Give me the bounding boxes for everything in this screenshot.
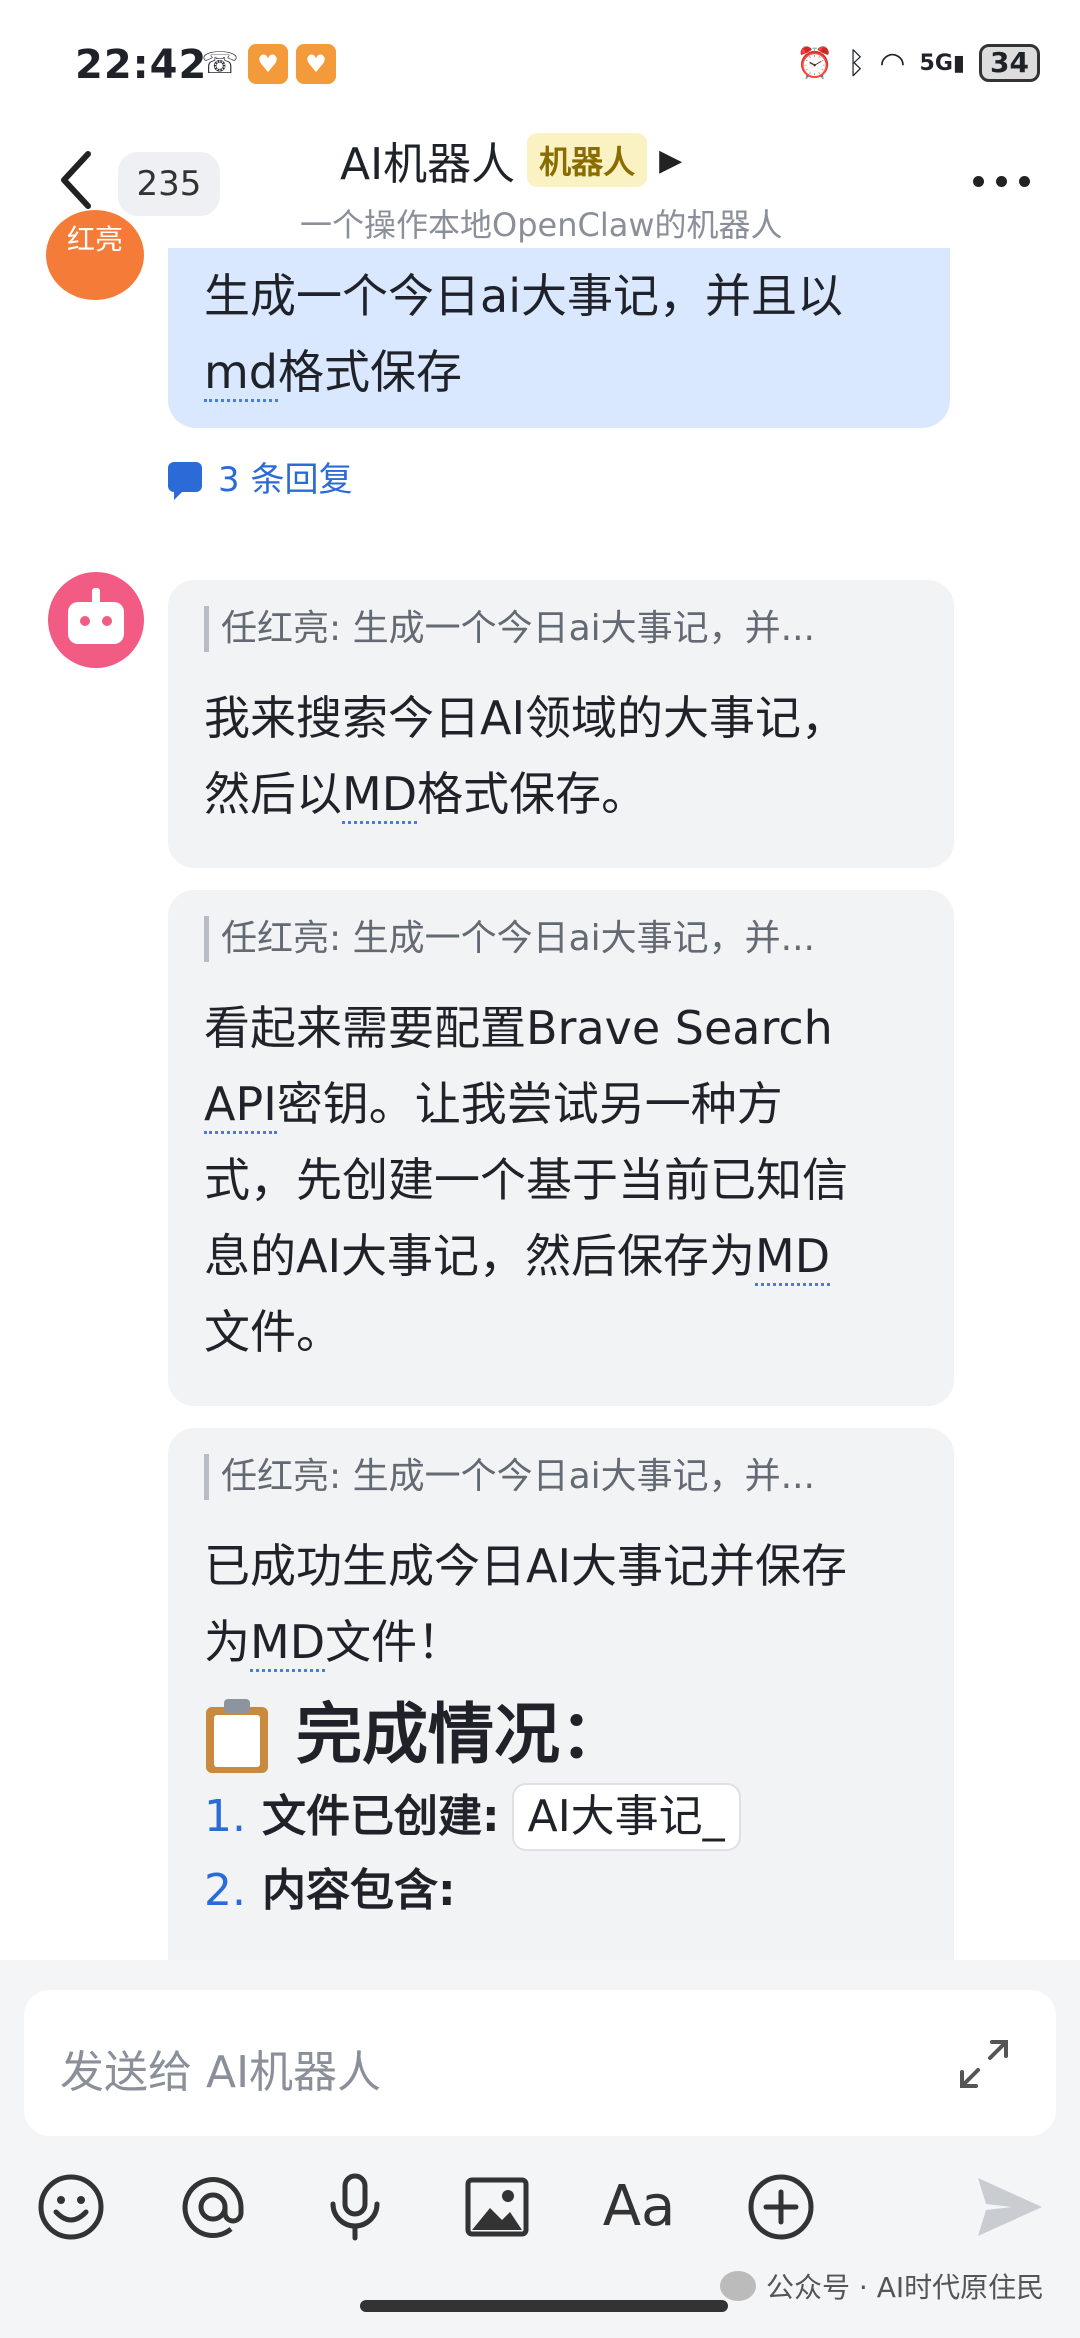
bot-message-line: 文件。	[204, 1305, 342, 1359]
signal-label: 5G	[919, 50, 953, 76]
more-options-icon[interactable]	[973, 176, 1030, 187]
wifi-icon: ◠	[879, 45, 906, 81]
bot-message-3[interactable]: 任红亮: 生成一个今日ai大事记，并... 已成功生成今日AI大事记并保存 为M…	[168, 1428, 954, 1988]
list-item: 2. 内容包含:	[204, 1854, 918, 1928]
user-message-bubble[interactable]: 生成一个今日ai大事记，并且以 md格式保存	[168, 248, 950, 428]
list-number: 1.	[204, 1791, 246, 1842]
bot-message-text: 已成功生成今日AI大事记并保存 为MD文件！	[204, 1528, 918, 1680]
bot-tag: 机器人	[527, 133, 648, 187]
wechat-icon	[720, 2271, 756, 2301]
text-format-icon[interactable]: Aa	[602, 2170, 676, 2244]
bot-message-line: 为	[204, 1615, 250, 1669]
completion-heading: 完成情况：	[204, 1690, 918, 1780]
battery-icon: 34	[979, 44, 1040, 82]
quote-reference[interactable]: 任红亮: 生成一个今日ai大事记，并...	[204, 916, 918, 962]
heading-text: 完成情况：	[296, 1696, 626, 1773]
replies-link[interactable]: 3 条回复	[168, 452, 352, 501]
bot-message-line: 然后以	[204, 767, 342, 821]
app-notification-icon: ♥	[248, 44, 288, 84]
comment-icon	[168, 461, 202, 500]
watermark: 公众号 · AI时代原住民	[720, 2266, 1044, 2306]
chat-title-group[interactable]: AI机器人 机器人 ▶	[340, 128, 682, 192]
mention-icon[interactable]	[176, 2170, 250, 2244]
list-label: 内容包含:	[261, 1865, 456, 1916]
bot-message-1[interactable]: 任红亮: 生成一个今日ai大事记，并... 我来搜索今日AI领域的大事记， 然后…	[168, 580, 954, 868]
md-term[interactable]: MD	[342, 767, 418, 824]
bot-message-text: 我来搜索今日AI领域的大事记， 然后以MD格式保存。	[204, 680, 918, 832]
md-term[interactable]: MD	[250, 1615, 326, 1672]
chat-subtitle: 一个操作本地OpenClaw的机器人	[300, 206, 783, 244]
chat-title: AI机器人	[340, 139, 516, 190]
bot-message-line: 密钥。让我尝试另一种方	[276, 1077, 783, 1131]
avatar[interactable]: 红亮	[46, 210, 144, 300]
api-term[interactable]: API	[204, 1077, 277, 1134]
status-time: 22:42	[75, 42, 208, 88]
app-notification-icon-2: ♥	[296, 44, 336, 84]
message-input[interactable]: 发送给 AI机器人	[24, 1990, 1056, 2136]
bot-message-line: 我来搜索今日AI领域的大事记，	[204, 691, 848, 745]
bot-message-line: 式，先创建一个基于当前已知信	[204, 1153, 848, 1207]
replies-count: 3 条回复	[218, 460, 353, 500]
composer-toolbar: Aa	[0, 2170, 1080, 2250]
md-term[interactable]: MD	[755, 1229, 831, 1286]
back-icon[interactable]	[58, 150, 94, 210]
bluetooth-icon: ᛒ	[847, 45, 866, 81]
bot-message-line: 已成功生成今日AI大事记并保存	[204, 1539, 848, 1593]
home-indicator[interactable]	[360, 2300, 728, 2312]
image-icon[interactable]	[460, 2170, 534, 2244]
plus-icon[interactable]	[744, 2170, 818, 2244]
list-number: 2.	[204, 1865, 246, 1916]
watermark-text: 公众号 · AI时代原住民	[766, 2271, 1045, 2304]
list-label: 文件已创建:	[261, 1791, 500, 1842]
avatar-text: 红亮	[66, 223, 123, 256]
quote-reference[interactable]: 任红亮: 生成一个今日ai大事记，并...	[204, 606, 918, 652]
unread-count-badge[interactable]: 235	[118, 152, 220, 216]
bot-message-line: 格式保存。	[417, 767, 648, 821]
quote-reference[interactable]: 任红亮: 生成一个今日ai大事记，并...	[204, 1454, 918, 1500]
bot-message-2[interactable]: 任红亮: 生成一个今日ai大事记，并... 看起来需要配置Brave Searc…	[168, 890, 954, 1406]
alarm-icon: ⏰	[796, 45, 834, 81]
bot-message-text: 看起来需要配置Brave Search API密钥。让我尝试另一种方 式，先创建…	[204, 990, 918, 1370]
emoji-icon[interactable]	[34, 2170, 108, 2244]
send-icon[interactable]	[972, 2170, 1046, 2244]
clipboard-icon	[204, 1697, 270, 1773]
md-term[interactable]: md	[204, 345, 279, 402]
expand-icon[interactable]	[954, 2034, 1014, 2094]
list-item: 1. 文件已创建: AI大事记_	[204, 1780, 918, 1854]
play-arrow-icon: ▶	[659, 142, 683, 178]
missed-call-icon: ☏	[201, 46, 239, 81]
robot-icon	[68, 602, 124, 644]
bot-avatar[interactable]	[48, 572, 144, 668]
user-message-line2: 格式保存	[278, 345, 463, 399]
message-input-placeholder: 发送给 AI机器人	[60, 2047, 382, 2098]
user-message-line1: 生成一个今日ai大事记，并且以	[204, 269, 843, 323]
bot-message-line: 看起来需要配置Brave Search	[204, 1001, 833, 1055]
inline-code[interactable]: AI大事记_	[511, 1783, 741, 1851]
bot-message-line: 息的AI大事记，然后保存为	[204, 1229, 756, 1283]
bot-message-line: 文件！	[325, 1615, 464, 1669]
status-bar: 22:42 ☏ ♥ ♥ ⏰ ᛒ ◠ 5G▮ 34	[0, 0, 1080, 140]
mic-icon[interactable]	[318, 2170, 392, 2244]
signal-icon: 5G▮	[919, 50, 966, 76]
